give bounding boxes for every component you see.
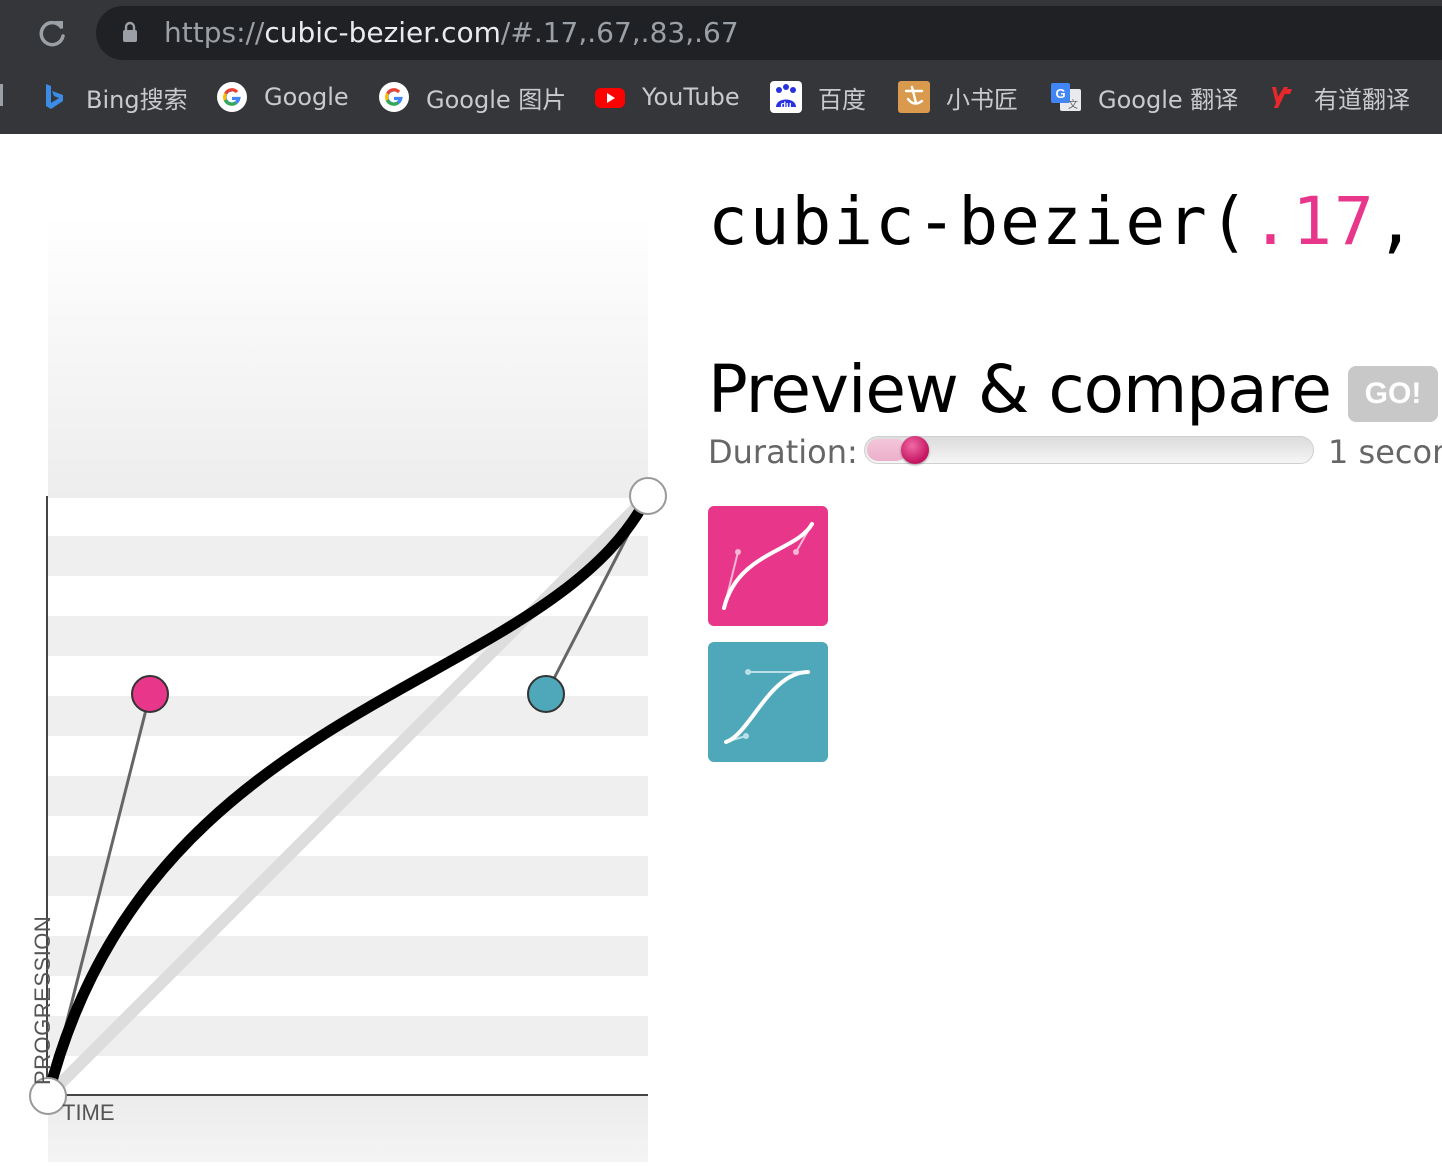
graph-stripe (48, 616, 648, 656)
func-rest: . (1418, 183, 1442, 260)
bookmark-label: Google (264, 83, 349, 111)
svg-text:文: 文 (1068, 98, 1078, 111)
youdao-icon (1272, 87, 1292, 108)
url-text[interactable]: https://cubic-bezier.com/#.17,.67,.83,.6… (164, 16, 739, 50)
youtube-icon (595, 88, 625, 108)
preview-compare-title: Preview & compare (708, 351, 1332, 428)
reload-icon[interactable] (30, 12, 74, 56)
func-prefix: cubic-bezier( (708, 183, 1251, 260)
bookmark-label: YouTube (642, 83, 740, 111)
xiaoshujiang-icon (898, 81, 930, 113)
bookmark-youtube[interactable]: YouTube (594, 80, 740, 114)
bookmark-google-translate[interactable]: G 文 Google 翻译 (1050, 80, 1238, 114)
address-bar[interactable]: https://cubic-bezier.com/#.17,.67,.83,.6… (96, 6, 1442, 60)
google-icon (379, 82, 409, 112)
baidu-icon: du (770, 81, 802, 113)
control-point-p2-handle[interactable] (527, 675, 565, 713)
graph-stripe (48, 936, 648, 976)
curve-thumbnail-icon (722, 522, 814, 610)
bookmark-youdao[interactable]: 有道翻译 (1266, 80, 1410, 114)
svg-text:du: du (781, 100, 792, 110)
preview-swatch-current[interactable] (708, 506, 828, 626)
graph-canvas (29, 214, 667, 1162)
overshoot-area-bottom (48, 1096, 648, 1162)
url-host: cubic-bezier.com (264, 16, 501, 49)
control-point-p1-handle[interactable] (131, 675, 169, 713)
google-icon (217, 82, 247, 112)
url-scheme: https:// (164, 16, 265, 49)
duration-slider[interactable] (864, 436, 1314, 464)
go-button[interactable]: GO! (1348, 366, 1438, 422)
bookmark-label: Bing搜索 (86, 85, 188, 114)
browser-toolbar: https://cubic-bezier.com/#.17,.67,.83,.6… (0, 0, 1442, 134)
overshoot-area-top (48, 214, 648, 498)
bookmark-label: 有道翻译 (1314, 85, 1410, 114)
bookmarks-bar: Bing搜索 Google Google 图片 YouTube du 百度 小书… (0, 70, 1442, 124)
duration-slider-thumb[interactable] (901, 436, 929, 464)
google-translate-icon: G 文 (1051, 83, 1081, 111)
bookmark-xiaoshujiang[interactable]: 小书匠 (898, 80, 1018, 114)
bookmark-label: 百度 (818, 85, 866, 114)
duration-label: Duration: (708, 433, 858, 471)
bookmark-google[interactable]: Google (216, 80, 349, 114)
duration-value: 1 second (1328, 433, 1442, 471)
svg-text:G: G (1055, 86, 1065, 101)
bezier-function-readout: cubic-bezier(.17, . (708, 182, 1442, 262)
bing-icon (46, 84, 63, 109)
url-path: /#.17,.67,.83,.67 (500, 16, 739, 49)
func-p1x-value: .17 (1250, 183, 1376, 260)
bookmark-google-images[interactable]: Google 图片 (378, 80, 566, 114)
preview-swatch-compare[interactable] (708, 642, 828, 762)
graph-stripe (48, 1016, 648, 1056)
bookmark-label: Google 图片 (426, 85, 567, 114)
bezier-graph: PROGRESSION TIME (0, 134, 700, 1162)
func-separator: , (1375, 183, 1418, 260)
bookmark-baidu[interactable]: du 百度 (770, 80, 866, 114)
graph-stripe (48, 856, 648, 896)
bookmark-bing[interactable]: Bing搜索 (38, 80, 188, 114)
end-point-handle (629, 477, 667, 515)
graph-stripe (48, 536, 648, 576)
lock-icon[interactable] (122, 21, 138, 43)
axis-label-time: TIME (62, 1100, 115, 1125)
curve-thumbnail-icon (724, 669, 810, 744)
bookmark-label: 小书匠 (946, 85, 1018, 114)
axis-label-progression: PROGRESSION (30, 915, 55, 1085)
bookmark-label: Google 翻译 (1098, 85, 1239, 114)
